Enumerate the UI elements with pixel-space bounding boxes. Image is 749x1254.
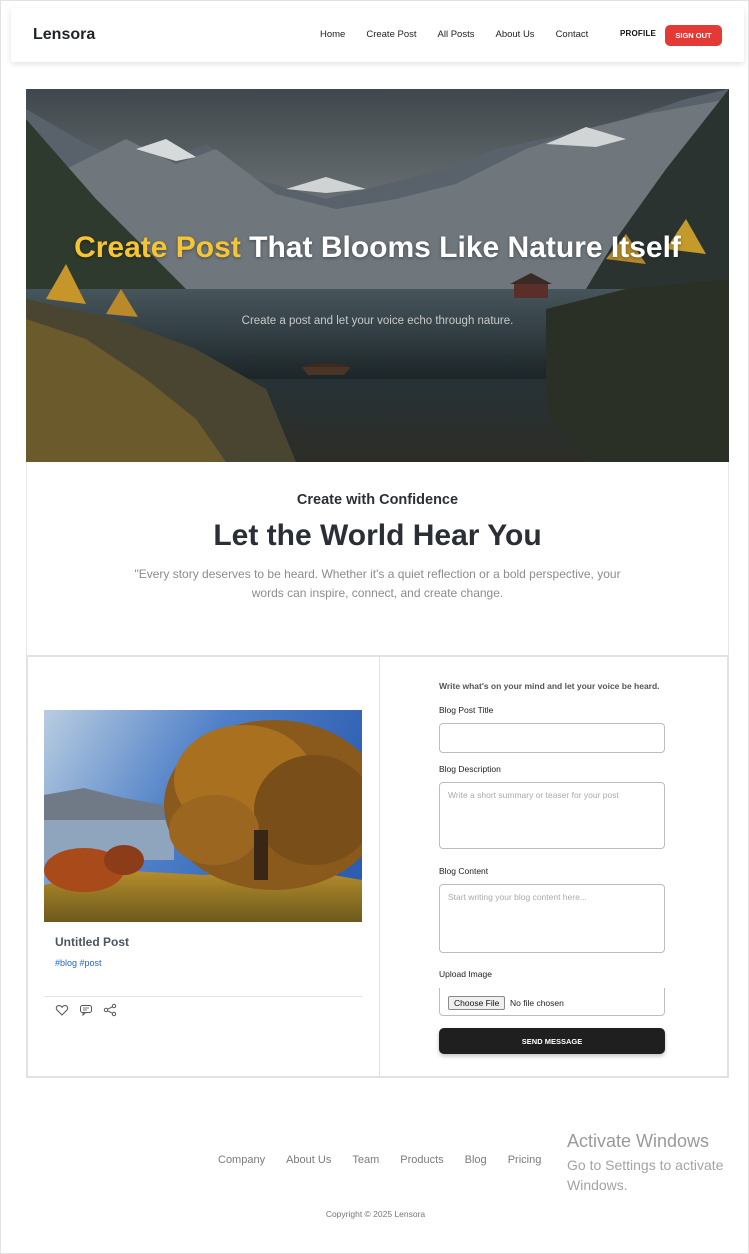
nav-links: Home Create Post All Posts About Us Cont… <box>320 29 609 40</box>
footer-blog[interactable]: Blog <box>465 1154 487 1166</box>
post-preview-image <box>44 710 362 922</box>
navbar: Lensora Home Create Post All Posts About… <box>11 8 744 62</box>
footer-about-us[interactable]: About Us <box>286 1154 331 1166</box>
sign-out-button[interactable]: SIGN OUT <box>665 25 722 46</box>
share-icon[interactable] <box>103 1003 117 1017</box>
hero-landscape-image <box>26 89 729 462</box>
panel-divider <box>379 657 380 1076</box>
hero-banner: Create Post That Blooms Like Nature Itse… <box>26 89 729 462</box>
intro-kicker: Create with Confidence <box>296 492 459 508</box>
windows-activation-subtitle: Go to Settings to activate Windows. <box>567 1157 724 1193</box>
blog-content-textarea[interactable] <box>439 884 665 953</box>
send-message-button[interactable]: SEND MESSAGE <box>439 1028 665 1054</box>
content-label: Blog Content <box>439 866 489 876</box>
post-actions <box>55 1003 117 1017</box>
autumn-tree-image <box>44 710 362 922</box>
brand-logo[interactable]: Lensora <box>33 26 95 44</box>
intro-title: Let the World Hear You <box>213 519 542 552</box>
file-upload-field: Choose File No file chosen <box>439 988 665 1016</box>
nav-about-us[interactable]: About Us <box>495 29 534 40</box>
description-label: Blog Description <box>439 764 501 774</box>
hero-title: Create Post That Blooms Like Nature Itse… <box>26 231 729 264</box>
footer-products[interactable]: Products <box>400 1154 443 1166</box>
copyright: Copyright © 2025 Lensora <box>325 1209 426 1219</box>
post-preview-title: Untitled Post <box>55 935 129 949</box>
choose-file-button[interactable]: Choose File <box>448 996 506 1010</box>
file-status: No file chosen <box>510 998 564 1008</box>
hero-title-rest: That Blooms Like Nature Itself <box>249 231 681 264</box>
title-label: Blog Post Title <box>439 705 494 715</box>
footer-company[interactable]: Company <box>218 1154 265 1166</box>
nav-contact[interactable]: Contact <box>556 29 589 40</box>
nav-home[interactable]: Home <box>320 29 345 40</box>
page: Lensora Home Create Post All Posts About… <box>0 0 749 1254</box>
footer-links: Company About Us Team Products Blog Pric… <box>218 1154 562 1166</box>
comment-icon[interactable] <box>79 1003 93 1017</box>
profile-link[interactable]: PROFILE <box>620 29 656 38</box>
heart-icon[interactable] <box>55 1003 69 1017</box>
post-preview-divider <box>44 996 362 997</box>
footer-team[interactable]: Team <box>352 1154 379 1166</box>
blog-title-input[interactable] <box>439 723 665 753</box>
windows-activation-title: Activate Windows <box>567 1131 710 1151</box>
intro-section: Create with Confidence Let the World Hea… <box>26 462 729 656</box>
intro-text: "Every story deserves to be heard. Wheth… <box>134 567 621 600</box>
nav-create-post[interactable]: Create Post <box>366 29 416 40</box>
hero-title-accent: Create Post <box>74 231 241 264</box>
form-intro: Write what's on your mind and let your v… <box>439 681 660 691</box>
nav-all-posts[interactable]: All Posts <box>438 29 475 40</box>
footer-pricing[interactable]: Pricing <box>508 1154 542 1166</box>
post-preview-tags[interactable]: #blog #post <box>55 958 102 968</box>
create-post-panel: Untitled Post #blog #post Write what's o… <box>26 655 729 1078</box>
blog-description-textarea[interactable] <box>439 782 665 849</box>
upload-label: Upload Image <box>439 969 492 979</box>
hero-subtitle: Create a post and let your voice echo th… <box>241 315 514 327</box>
